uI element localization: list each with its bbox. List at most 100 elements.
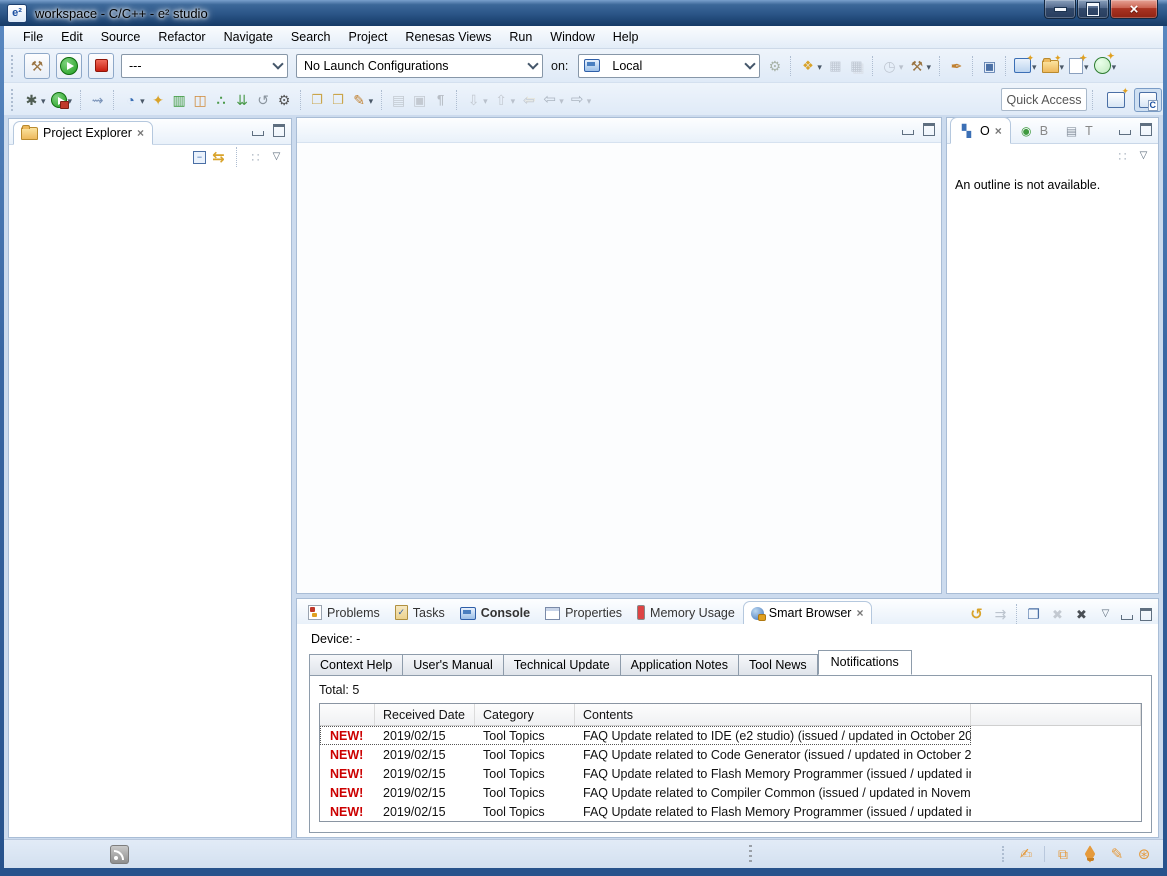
back-button[interactable] [540, 90, 566, 109]
dropdown-arrow-icon[interactable] [816, 58, 823, 73]
status-drag-handle[interactable] [749, 845, 752, 863]
tab-properties[interactable]: Properties [538, 602, 630, 624]
tab-problems[interactable]: Problems [301, 601, 388, 624]
new-wizard-button[interactable] [798, 56, 824, 75]
minimize-button[interactable] [1119, 130, 1131, 135]
disconnect-button[interactable] [88, 90, 107, 109]
menu-file[interactable]: File [14, 28, 52, 46]
view-menu-icon[interactable] [268, 149, 285, 166]
tab-project-explorer[interactable]: Project Explorer [13, 121, 153, 145]
subtab-users-manual[interactable]: User's Manual [403, 654, 504, 676]
open-perspective-button[interactable] [1103, 89, 1129, 111]
col-received-date[interactable]: Received Date [375, 704, 475, 725]
rss-feed-icon[interactable] [110, 845, 129, 864]
build-configuration-combo[interactable]: --- [121, 54, 288, 78]
refresh-button[interactable] [254, 90, 273, 109]
view-menu-icon[interactable] [1135, 148, 1152, 165]
cpp-perspective-button[interactable] [1134, 88, 1162, 112]
window-restore-button[interactable] [1077, 0, 1109, 19]
last-edit-location-button[interactable] [519, 90, 538, 109]
profile-button[interactable] [121, 90, 147, 109]
minimize-button[interactable] [252, 131, 264, 136]
dropdown-arrow-icon[interactable] [898, 58, 905, 73]
stop-button[interactable] [88, 53, 114, 79]
coverage-button[interactable] [170, 90, 189, 109]
highlight-button[interactable] [350, 90, 376, 109]
launch-configuration-combo[interactable]: No Launch Configurations [296, 54, 543, 78]
menu-renesas-views[interactable]: Renesas Views [396, 28, 500, 46]
dropdown-arrow-icon[interactable] [510, 92, 517, 107]
filters-icon[interactable] [1114, 148, 1131, 165]
previous-annotation-button[interactable] [492, 90, 518, 109]
collapse-all-icon[interactable] [193, 151, 206, 164]
new-c-file-button[interactable] [1068, 57, 1091, 75]
build-menu-button[interactable] [907, 56, 933, 75]
dropdown-arrow-icon[interactable] [558, 92, 565, 107]
build-all-button[interactable] [24, 53, 50, 79]
manual-book-icon[interactable] [1025, 606, 1042, 623]
maximize-button[interactable] [1140, 608, 1152, 621]
subtab-notifications[interactable]: Notifications [818, 650, 912, 675]
tab-outline[interactable]: O [950, 117, 1011, 144]
external-tools-button[interactable] [880, 56, 906, 75]
dropdown-arrow-icon[interactable] [40, 92, 47, 107]
quick-access-button[interactable]: Quick Access [1001, 88, 1087, 111]
table-row[interactable]: NEW! 2019/02/15 Tool Topics FAQ Update r… [320, 802, 1141, 821]
subtab-application-notes[interactable]: Application Notes [621, 654, 739, 676]
maximize-button[interactable] [273, 124, 285, 137]
mark-occurrences-button[interactable] [410, 90, 429, 109]
close-icon[interactable] [995, 124, 1002, 138]
smart-configurator-icon[interactable] [1017, 846, 1035, 863]
col-badge[interactable] [320, 704, 375, 725]
tab-smart-browser[interactable]: Smart Browser [743, 601, 873, 625]
tab-memory-usage[interactable]: Memory Usage [630, 601, 743, 624]
tab-breakpoints[interactable]: B [1011, 118, 1056, 143]
dropdown-arrow-icon[interactable] [586, 92, 593, 107]
menu-source[interactable]: Source [92, 28, 150, 46]
delete-icon[interactable] [1073, 606, 1090, 623]
run-history-button[interactable] [50, 91, 75, 109]
window-close-button[interactable] [1110, 0, 1158, 19]
new-project-button[interactable] [1041, 57, 1067, 74]
maximize-button[interactable] [1140, 123, 1152, 136]
toggle-source-header-button[interactable] [389, 90, 408, 109]
refresh-icon[interactable] [968, 606, 985, 623]
code-generator-button[interactable] [1093, 56, 1119, 75]
open-console-button[interactable] [980, 56, 999, 75]
graduation-cap-icon[interactable] [1083, 848, 1098, 860]
window-minimize-button[interactable] [1044, 0, 1076, 19]
minimize-button[interactable] [902, 130, 914, 135]
pencil-icon[interactable] [1108, 846, 1126, 863]
open-element-button[interactable] [308, 90, 327, 109]
view-menu-icon[interactable] [1097, 606, 1114, 623]
settings-button[interactable] [275, 90, 294, 109]
table-row[interactable]: NEW! 2019/02/15 Tool Topics FAQ Update r… [320, 745, 1141, 764]
run-button[interactable] [56, 53, 82, 79]
tab-console[interactable]: Console [453, 602, 538, 624]
menu-run[interactable]: Run [500, 28, 541, 46]
export-icon[interactable] [992, 606, 1009, 623]
tab-templates[interactable]: T [1056, 118, 1101, 143]
dropdown-arrow-icon[interactable] [482, 92, 489, 107]
table-row[interactable]: NEW! 2019/02/15 Tool Topics FAQ Update r… [320, 764, 1141, 783]
subtab-tool-news[interactable]: Tool News [739, 654, 818, 676]
dropdown-arrow-icon[interactable] [368, 92, 375, 107]
star-circle-icon[interactable] [1135, 846, 1153, 863]
debug-button[interactable] [22, 90, 48, 109]
trace-button[interactable] [947, 56, 966, 75]
table-row[interactable]: NEW! 2019/02/15 Tool Topics FAQ Update r… [320, 726, 1141, 745]
new-c-project-button[interactable] [1013, 57, 1039, 74]
editor-empty-area[interactable] [297, 143, 941, 593]
close-icon[interactable] [137, 126, 144, 140]
connection-settings-button[interactable] [765, 56, 784, 75]
maximize-button[interactable] [923, 123, 935, 136]
save-button[interactable] [826, 56, 845, 75]
menu-project[interactable]: Project [340, 28, 397, 46]
call-hierarchy-button[interactable] [212, 90, 231, 109]
import-build-button[interactable] [233, 90, 252, 109]
filters-icon[interactable] [247, 149, 264, 166]
col-category[interactable]: Category [475, 704, 575, 725]
menu-edit[interactable]: Edit [52, 28, 92, 46]
table-row[interactable]: NEW! 2019/02/15 Tool Topics FAQ Update r… [320, 783, 1141, 802]
menu-help[interactable]: Help [604, 28, 648, 46]
